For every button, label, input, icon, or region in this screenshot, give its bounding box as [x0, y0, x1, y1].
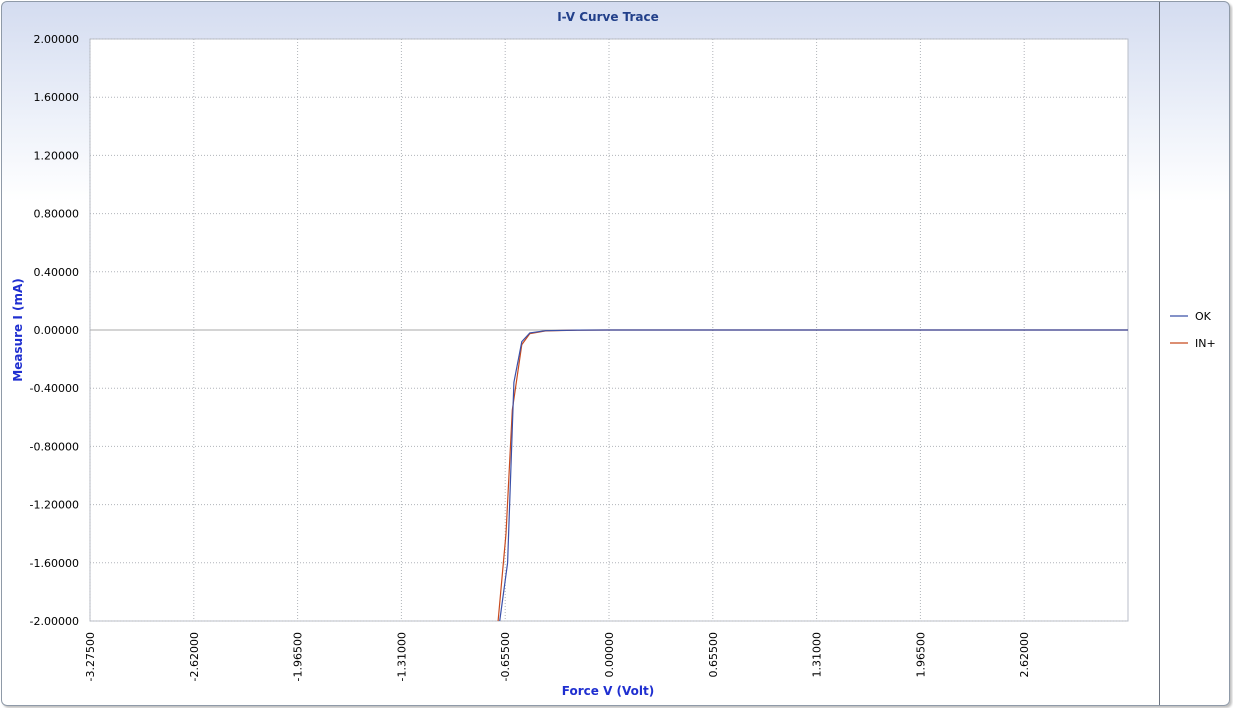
x-tick-label: -1.96500: [292, 632, 305, 681]
x-tick-label: 1.31000: [811, 632, 824, 678]
y-tick-label: 1.20000: [34, 149, 80, 162]
legend: OK IN+: [1170, 310, 1216, 350]
y-tick-label: 0.40000: [34, 266, 80, 279]
y-tick-label: -0.80000: [30, 440, 79, 453]
y-tick-labels: 2.00000 1.60000 1.20000 0.80000 0.40000 0.000…: [30, 33, 79, 628]
y-tick-label: 0.00000: [34, 324, 80, 337]
x-tick-label: -0.65500: [499, 632, 512, 681]
chart-frame: -3.27500 -2.62000 -1.96500 -1.31000 -0.65500…: [1, 1, 1230, 706]
y-tick-label: -1.20000: [30, 499, 79, 512]
x-tick-label: 0.00000: [603, 632, 616, 678]
y-tick-label: 2.00000: [34, 33, 80, 46]
x-tick-label: -3.27500: [84, 632, 97, 681]
y-axis-title: Measure I (mA): [11, 278, 25, 382]
x-tick-label: 1.96500: [914, 632, 927, 678]
chart-title: I-V Curve Trace: [557, 10, 659, 24]
x-axis-title: Force V (Volt): [562, 684, 654, 698]
x-tick-label: -1.31000: [395, 632, 408, 681]
y-tick-label: 1.60000: [34, 91, 80, 104]
x-tick-label: 0.65500: [707, 632, 720, 678]
y-tick-label: -0.40000: [30, 382, 79, 395]
legend-label: OK: [1195, 310, 1212, 323]
legend-label: IN+: [1195, 337, 1216, 350]
x-tick-labels: -3.27500 -2.62000 -1.96500 -1.31000 -0.65500…: [84, 632, 1031, 681]
iv-chart: -3.27500 -2.62000 -1.96500 -1.31000 -0.65500…: [11, 10, 1216, 698]
x-tick-label: 2.62000: [1018, 632, 1031, 678]
legend-divider: [1159, 2, 1160, 705]
y-tick-label: -2.00000: [30, 615, 79, 628]
x-tick-label: -2.62000: [188, 632, 201, 681]
y-tick-label: 0.80000: [34, 208, 80, 221]
y-tick-label: -1.60000: [30, 557, 79, 570]
